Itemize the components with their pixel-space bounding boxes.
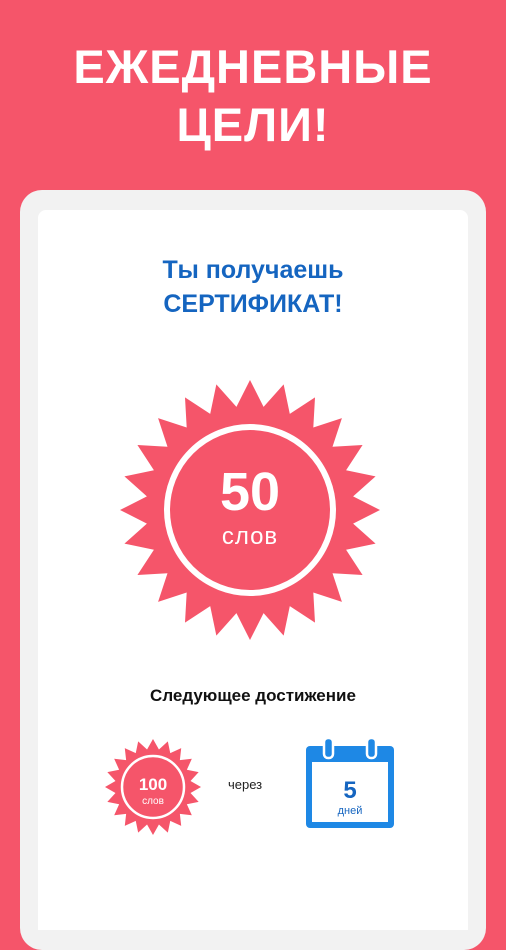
next-achievement-label: Следующее достижение (150, 686, 356, 705)
small-badge-unit: слов (142, 796, 164, 807)
through-label: через (228, 777, 263, 792)
headline-line-1: ЕЖЕДНЕВНЫЕ (73, 40, 433, 93)
certificate-title: Ты получаешь СЕРТИФИКАТ! (0, 253, 506, 321)
headline: ЕЖЕДНЕВНЫЕ ЦЕЛИ! (0, 38, 506, 154)
certificate-title-line-1: Ты получаешь (162, 256, 344, 284)
small-badge-value: 100 (139, 775, 167, 794)
next-achievement-badge: 100 слов (105, 739, 201, 835)
headline-line-2: ЦЕЛИ! (176, 98, 330, 151)
calendar-ring-right (365, 736, 378, 760)
days-unit: дней (338, 805, 363, 817)
calendar-icon: 5 дней (306, 736, 394, 828)
achievement-badge: 50 слов (120, 380, 380, 640)
badge-unit: слов (222, 523, 278, 550)
certificate-title-line-2: СЕРТИФИКАТ! (163, 290, 343, 318)
calendar-ring-left (322, 736, 335, 760)
days-value: 5 (343, 777, 356, 804)
badge-value: 50 (220, 462, 280, 522)
